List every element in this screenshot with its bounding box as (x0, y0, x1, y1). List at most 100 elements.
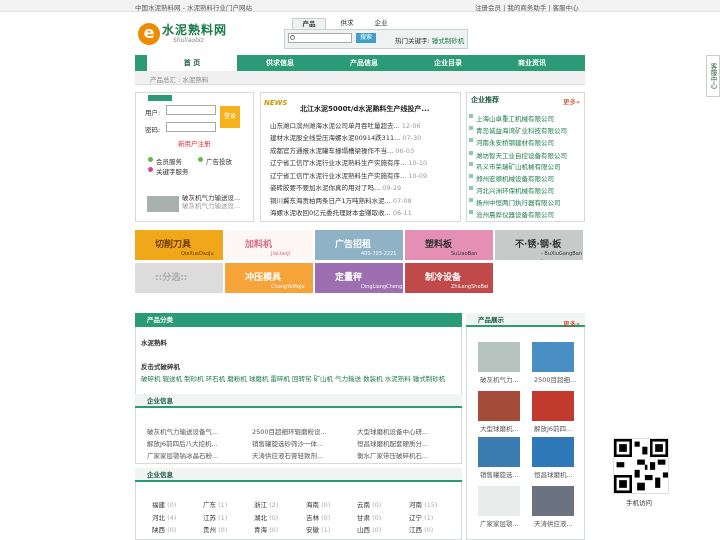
password-input[interactable] (166, 122, 216, 132)
enterprise-item[interactable]: 大型球磨机设备中心研... (357, 426, 428, 436)
promo-image[interactable] (147, 196, 179, 212)
nav-news[interactable]: 商业资讯 (487, 55, 577, 71)
recommend-item[interactable]: 河北兴洲环保机械有限公司 (469, 185, 554, 195)
news-item[interactable]: 姿砖胶要不要加水泥你真的用对了吗... 09-29 (270, 182, 456, 192)
hot-keyword-link[interactable]: 锤式制砂机 (432, 37, 465, 45)
category-level2[interactable]: 反击式破碎机 (141, 361, 180, 371)
region-item[interactable]: 浙江 (2) (254, 499, 278, 509)
product-caption[interactable]: 广家家层颚... (480, 518, 519, 528)
home-link[interactable]: 中国水泥熟料网 - 水泥熟料行业门户网站 (135, 2, 252, 12)
banner-ad[interactable]: 不·锈·钢·板 - BuXiuGangBan - (495, 230, 583, 263)
region-item[interactable]: 甘肃 (0) (357, 512, 381, 522)
search-tab-product[interactable]: 产品 (292, 18, 326, 29)
breadcrumb: 产品总汇 : 水泥熟料 (150, 76, 209, 84)
banner-ad[interactable]: 制冷设备 ZhiLengSheBei (405, 263, 493, 293)
enterprise-item[interactable]: 销售罐旋选砂筛沙一体... (252, 438, 323, 448)
search-tab-company[interactable]: 企业 (364, 18, 398, 29)
recommend-item[interactable]: 潍坊智天工业自控设备有限公司 (469, 150, 567, 160)
product-image[interactable] (532, 391, 574, 421)
region-item[interactable]: 安徽 (1) (306, 524, 330, 534)
news-headline[interactable]: 北江水泥5000t/d水泥熟料生产线投产... (300, 104, 429, 114)
keyword-service-link[interactable]: 关键字服务 (156, 166, 189, 176)
product-caption[interactable]: 销售罐旋选... (480, 469, 519, 479)
recommend-item[interactable]: 河南永安桥钢建材有限公司 (469, 137, 554, 147)
region-item[interactable]: 辽宁 (1) (409, 512, 433, 522)
username-input[interactable] (166, 105, 216, 115)
region-item[interactable]: 福建 (0) (152, 499, 176, 509)
member-service-link[interactable]: 会员服务 (156, 156, 182, 166)
region-item[interactable]: 江苏 (1) (203, 512, 227, 522)
product-image[interactable] (478, 342, 520, 372)
enterprise-item[interactable]: 天涛供应液石膏轻致剂... (252, 450, 323, 460)
enterprise-item[interactable]: 广家家层颚钠冰晶石粉... (147, 450, 218, 460)
region-item[interactable]: 河南 (15) (409, 499, 437, 509)
news-item[interactable]: 铜川冀东海贡柏两条日产1万吨熟料水泥... 07-08 (270, 195, 456, 205)
recommend-item[interactable]: 扬州中恒两门执行器有限公司 (469, 197, 561, 207)
product-caption[interactable]: 天涛供应液... (534, 518, 573, 528)
region-item[interactable]: 江西 (0) (409, 524, 433, 534)
news-item[interactable]: 海螺水泥收回0亿元委托理财本金赚取收... 06-11 (270, 207, 456, 217)
product-image[interactable] (478, 391, 520, 421)
product-image[interactable] (532, 437, 574, 467)
recommend-item[interactable]: 上海山卓重工机械有限公司 (469, 113, 554, 123)
logo-text[interactable]: 水泥熟料网 (162, 21, 227, 38)
enterprise-item[interactable]: 衡水厂家带压破碎机石... (357, 450, 428, 460)
product-caption[interactable]: 恒昌球磨机... (534, 469, 573, 479)
enterprise-item[interactable]: 恒昌球磨机配套硬质分... (357, 438, 428, 448)
nav-supply[interactable]: 供求信息 (235, 55, 325, 71)
banner-ad[interactable]: 广告招租 400-703-2221 (315, 230, 403, 260)
banner-ad[interactable]: 定量秤 DingLiangCheng (315, 263, 403, 293)
nav-home[interactable]: 首 页 (147, 55, 237, 72)
logo-icon[interactable]: e (138, 23, 160, 45)
region-item[interactable]: 青海 (0) (254, 524, 278, 534)
nav-companies[interactable]: 企业目录 (403, 55, 493, 71)
news-item[interactable]: 山东潍口滨州潍海水泥公司单月吞吐量超去... 12-06 (270, 120, 456, 130)
product-caption[interactable]: 破灰机气力... (480, 374, 519, 384)
search-button[interactable]: 搜索 (356, 33, 376, 43)
category-level1[interactable]: 水泥熟料 (141, 337, 167, 347)
region-item[interactable]: 广东 (1) (203, 499, 227, 509)
customer-service-tab[interactable]: 客服中心 (706, 55, 720, 97)
register-link[interactable]: 新用户注册 (178, 138, 211, 148)
recommend-more-link[interactable]: 更多» (563, 96, 580, 106)
region-item[interactable]: 陕西 (0) (152, 524, 176, 534)
region-item[interactable]: 湖北 (0) (254, 512, 278, 522)
region-item[interactable]: 海南 (0) (306, 499, 330, 509)
region-item[interactable]: 吉林 (0) (306, 512, 330, 522)
search-input[interactable] (288, 33, 352, 43)
product-image[interactable] (532, 342, 574, 372)
recommend-item[interactable]: 巩义市荣瑞矿山机械有限公司 (469, 161, 561, 171)
product-caption[interactable]: 2500目超细... (534, 374, 576, 384)
region-item[interactable]: 贵州 (0) (203, 524, 227, 534)
news-item[interactable]: 建材水泥股全线受压海螺水泥00914跌311... 07-30 (270, 132, 456, 142)
top-links[interactable]: 注册会员 | 我的商务助手 | 客服中心 (475, 2, 579, 12)
product-image[interactable] (478, 437, 520, 467)
banner-ad[interactable]: 切削刀具 QieXueDaoJu (135, 230, 223, 260)
banner-ad[interactable]: 塑料板 SuLiaoBan (405, 230, 493, 260)
nav-products[interactable]: 产品信息 (319, 55, 409, 71)
login-button[interactable]: 登录 (220, 106, 240, 128)
product-more-link[interactable]: 更多» (563, 318, 580, 328)
category-tags[interactable]: 破碎机 辊送机 制砂机 环石机 磨粉机 球磨机 雷碎机 回转窑 矿山机 气力输送… (141, 373, 445, 383)
banner-ad[interactable]: 冲压模具 ChongYaMoJu (225, 263, 313, 293)
product-image[interactable] (478, 486, 520, 516)
banner-ad[interactable]: ::分选:: (135, 263, 223, 293)
product-caption[interactable]: 解放J6前四... (534, 423, 572, 433)
news-item[interactable]: 辽宁省工信厅水泥行业水泥熟料生产实施有序... 10-09 (270, 170, 456, 180)
enterprise-item[interactable]: 破灰机气力输送设备气... (147, 426, 218, 436)
search-tab-supply[interactable]: 供求 (330, 18, 364, 29)
banner-ad[interactable]: 加料机 JiaLiaoJi (225, 230, 313, 260)
region-item[interactable]: 河北 (4) (152, 512, 176, 522)
news-item[interactable]: 辽宁省工信厅水泥行业水泥熟料生产实施有序... 10-10 (270, 157, 456, 167)
recommend-item[interactable]: 沧州晨骅仪器设备有限公司 (469, 209, 554, 219)
region-item[interactable]: 山西 (0) (357, 524, 381, 534)
ad-service-link[interactable]: 广告投放 (206, 156, 232, 166)
enterprise-item[interactable]: 解放J6前四后八大挖机... (147, 438, 218, 448)
region-item[interactable]: 云南 (0) (357, 499, 381, 509)
recommend-item[interactable]: 青岛诚益海湾矿业科技有限公司 (469, 125, 567, 135)
enterprise-item[interactable]: 2500目超细环辊磨粉设... (252, 426, 327, 436)
news-item[interactable]: 成都官方通报水泥罐车撞塌槽梁操作不当... 06-03 (270, 145, 456, 155)
recommend-item[interactable]: 郑州宏顺机械设备有限公司 (469, 173, 554, 183)
product-image[interactable] (532, 486, 574, 516)
product-caption[interactable]: 大型球磨机... (480, 423, 519, 433)
